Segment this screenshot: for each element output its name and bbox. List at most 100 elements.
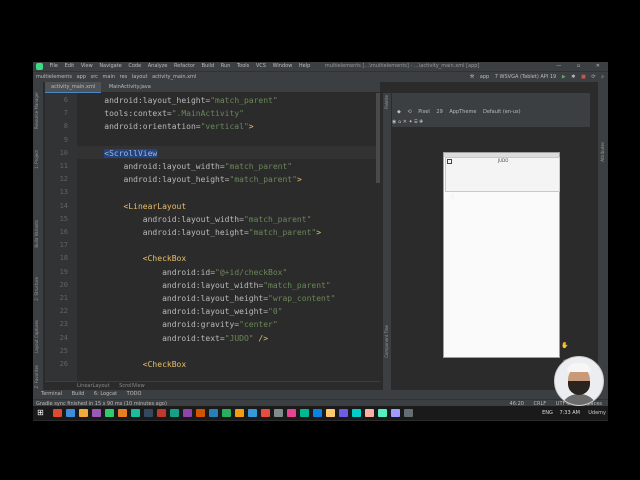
- breadcrumb-layout[interactable]: layout: [132, 74, 148, 80]
- stop-icon[interactable]: ■: [581, 74, 586, 80]
- taskbar-app-icon[interactable]: [287, 409, 296, 417]
- menu-view[interactable]: View: [81, 63, 93, 69]
- breadcrumb-app[interactable]: app: [77, 74, 86, 80]
- taskbar-app-icon[interactable]: [378, 409, 387, 417]
- api-select[interactable]: 29: [436, 109, 442, 115]
- taskbar-app-icon[interactable]: [105, 409, 114, 417]
- tool-attributes[interactable]: Attributes: [600, 142, 605, 162]
- taskbar-app-icon[interactable]: [79, 409, 88, 417]
- tool-resource-manager[interactable]: Resource Manager: [34, 92, 39, 129]
- menu-refactor[interactable]: Refactor: [174, 63, 195, 69]
- run-icon[interactable]: ▶: [562, 74, 566, 80]
- code-line[interactable]: android:layout_height="match_parent">: [85, 175, 302, 184]
- design-canvas[interactable]: JUDO ✋ + −: [392, 127, 590, 390]
- minimize-icon[interactable]: —: [556, 63, 561, 69]
- pan-icon[interactable]: ✋: [561, 342, 569, 350]
- taskbar-app-icon[interactable]: [235, 409, 244, 417]
- code-line[interactable]: <CheckBox: [85, 254, 186, 263]
- code-line[interactable]: <ScrollView: [85, 148, 158, 158]
- orientation-icon[interactable]: ⟲: [407, 109, 411, 115]
- code-line[interactable]: android:layout_width="match_parent": [85, 281, 331, 290]
- code-line[interactable]: <LinearLayout: [85, 202, 187, 211]
- breadcrumb-project[interactable]: multielements: [36, 74, 72, 80]
- taskbar-app-icon[interactable]: [261, 409, 270, 417]
- tab-main-activity[interactable]: MainActivity.java: [103, 82, 157, 92]
- clock[interactable]: 7:33 AM: [559, 410, 580, 416]
- tool-build-variants[interactable]: Build Variants: [34, 220, 39, 248]
- menu-run[interactable]: Run: [221, 63, 231, 69]
- taskbar-app-icon[interactable]: [222, 409, 231, 417]
- code-line[interactable]: android:orientation="vertical">: [85, 122, 253, 131]
- infer-icon[interactable]: ✦: [409, 119, 413, 125]
- xml-crumb-linearlayout[interactable]: LinearLayout: [77, 383, 110, 389]
- device-select[interactable]: 7 WSVGA (Tablet) API 19: [495, 74, 556, 80]
- taskbar-app-icon[interactable]: [300, 409, 309, 417]
- tool-structure[interactable]: 2: Structure: [34, 277, 39, 301]
- tool-project[interactable]: 1: Project: [34, 150, 39, 169]
- clear-constraints-icon[interactable]: ✕: [403, 119, 407, 125]
- tool-terminal[interactable]: Terminal: [41, 391, 62, 397]
- device-select-design[interactable]: Pixel: [418, 109, 430, 115]
- code-line[interactable]: android:layout_weight="0": [85, 307, 282, 316]
- breadcrumb-file[interactable]: activity_main.xml: [152, 74, 196, 80]
- align-icon[interactable]: ⌸: [414, 119, 417, 125]
- tool-layout-captures[interactable]: Layout Captures: [34, 320, 39, 353]
- taskbar-app-icon[interactable]: [183, 409, 192, 417]
- taskbar-app-icon[interactable]: [170, 409, 179, 417]
- device-preview[interactable]: JUDO: [443, 152, 560, 358]
- taskbar-app-icon[interactable]: [157, 409, 166, 417]
- tool-favorites[interactable]: Z: Favorites: [34, 365, 39, 388]
- locale-select[interactable]: Default (en-us): [483, 109, 521, 115]
- taskbar-app-icon[interactable]: [365, 409, 374, 417]
- taskbar-app-icon[interactable]: [352, 409, 361, 417]
- taskbar-app-icon[interactable]: [339, 409, 348, 417]
- tab-activity-main[interactable]: activity_main.xml: [45, 82, 102, 93]
- taskbar-app-icon[interactable]: [404, 409, 413, 417]
- windows-start-icon[interactable]: ⊞: [37, 409, 45, 417]
- taskbar-app-icon[interactable]: [196, 409, 205, 417]
- menu-build[interactable]: Build: [202, 63, 215, 69]
- hammer-icon[interactable]: ⚒: [470, 74, 474, 80]
- code-line[interactable]: <CheckBox: [85, 360, 186, 369]
- taskbar-app-icon[interactable]: [326, 409, 335, 417]
- breadcrumb-main[interactable]: main: [103, 74, 116, 80]
- preview-checkbox-row[interactable]: JUDO: [445, 157, 560, 192]
- breadcrumb-res[interactable]: res: [120, 74, 128, 80]
- taskbar-app-icon[interactable]: [92, 409, 101, 417]
- menu-tools[interactable]: Tools: [237, 63, 249, 69]
- code-line[interactable]: android:layout_height="match_parent">: [85, 228, 321, 237]
- guidelines-icon[interactable]: ✚: [419, 119, 423, 125]
- breadcrumb-src[interactable]: src: [91, 74, 98, 80]
- close-icon[interactable]: ✕: [596, 63, 600, 69]
- code-line[interactable]: tools:context=".MainActivity": [85, 109, 244, 118]
- theme-select[interactable]: AppTheme: [449, 109, 476, 115]
- taskbar-app-icon[interactable]: [313, 409, 322, 417]
- debug-icon[interactable]: ✱: [571, 74, 575, 80]
- tool-build[interactable]: Build: [72, 391, 85, 397]
- code-line[interactable]: android:layout_width="match_parent": [85, 162, 293, 171]
- menu-vcs[interactable]: VCS: [256, 63, 266, 69]
- taskbar-app-icon[interactable]: [53, 409, 62, 417]
- menu-edit[interactable]: Edit: [65, 63, 75, 69]
- magnet-icon[interactable]: ⌂: [398, 119, 401, 125]
- tool-todo[interactable]: TODO: [127, 391, 142, 397]
- eye-icon[interactable]: ◉: [392, 119, 396, 125]
- menu-window[interactable]: Window: [273, 63, 293, 69]
- code-line[interactable]: android:layout_width="match_parent": [85, 215, 312, 224]
- code-editor[interactable]: android:layout_height="match_parent" too…: [77, 93, 380, 381]
- maximize-icon[interactable]: ▫: [577, 63, 580, 69]
- checkbox-icon[interactable]: [447, 159, 452, 164]
- input-language[interactable]: ENG: [542, 410, 553, 416]
- taskbar-app-icon[interactable]: [248, 409, 257, 417]
- run-config-select[interactable]: app: [480, 74, 489, 80]
- sync-icon[interactable]: ⟳: [591, 74, 595, 80]
- code-line[interactable]: android:layout_height="match_parent": [85, 96, 277, 105]
- taskbar-app-icon[interactable]: [391, 409, 400, 417]
- menu-file[interactable]: File: [50, 63, 58, 69]
- code-line[interactable]: android:layout_height="wrap_content": [85, 294, 335, 303]
- editor-scrollbar[interactable]: [376, 93, 380, 381]
- menu-help[interactable]: Help: [299, 63, 310, 69]
- search-icon[interactable]: ⌕: [601, 74, 604, 80]
- taskbar-app-icon[interactable]: [274, 409, 283, 417]
- code-line[interactable]: android:gravity="center": [85, 320, 278, 329]
